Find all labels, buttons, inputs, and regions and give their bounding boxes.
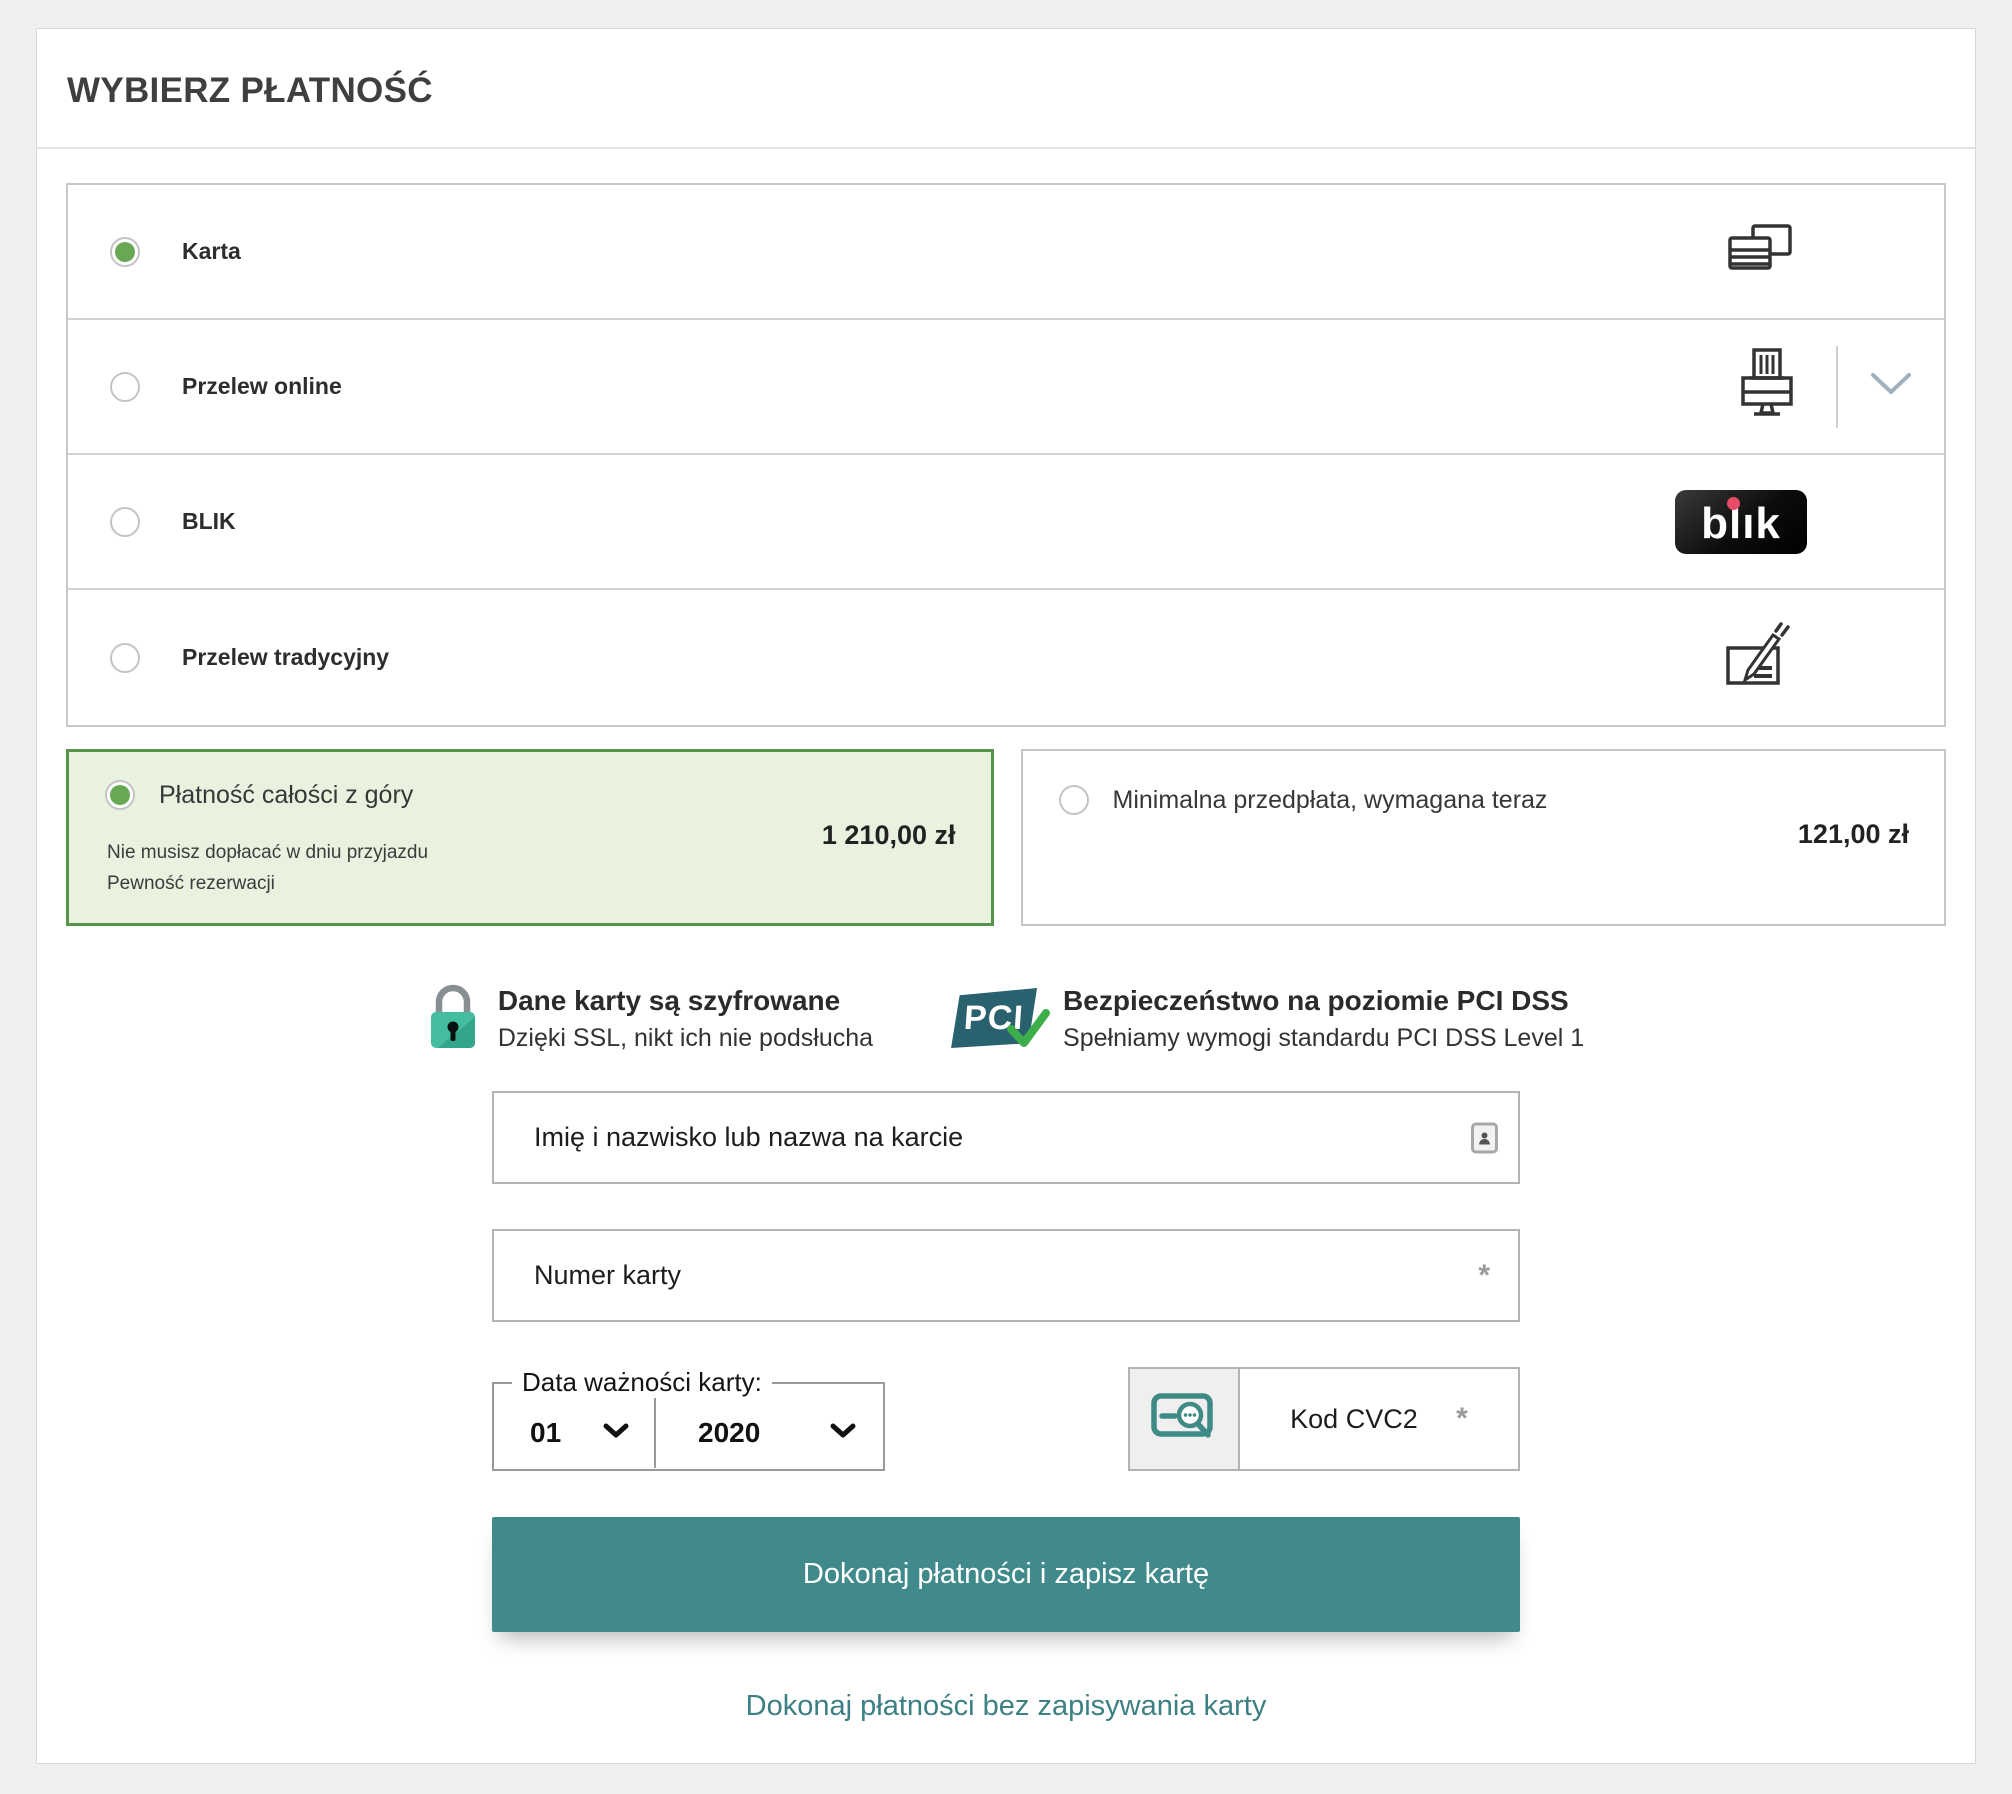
chevron-down-icon <box>829 1422 857 1445</box>
blik-logo-dot <box>1727 497 1740 510</box>
method-row-przelew-online[interactable]: Przelew online <box>68 320 1944 455</box>
panel-body: Karta Przelew online <box>37 149 1975 1723</box>
radio-dot <box>115 648 135 668</box>
divider <box>1836 346 1838 428</box>
method-row-karta[interactable]: Karta <box>68 185 1944 320</box>
radio-blik[interactable] <box>110 507 140 537</box>
expiry-month-select[interactable]: 01 <box>494 1398 654 1468</box>
plan-minimal-prepayment[interactable]: Minimalna przedpłata, wymagana teraz 121… <box>1021 749 1947 926</box>
payment-method-list: Karta Przelew online <box>66 183 1946 727</box>
card-form: * Data ważności karty: 01 <box>492 1091 1520 1723</box>
cvc-card-icon <box>1151 1392 1217 1447</box>
plan-notes: Nie musisz dopłacać w dniu przyjazdu Pew… <box>107 837 428 899</box>
pci-subtitle: Spełniamy wymogi standardu PCI DSS Level… <box>1063 1024 1584 1053</box>
method-icon-zone <box>1726 222 1944 281</box>
method-row-blik[interactable]: BLIK blık <box>68 455 1944 590</box>
radio-dot <box>110 785 130 805</box>
method-label: Karta <box>182 238 241 265</box>
radio-przelew-tradycyjny[interactable] <box>110 643 140 673</box>
page-title: WYBIERZ PŁATNOŚĆ <box>67 71 1945 111</box>
ssl-subtitle: Dzięki SSL, nikt ich nie podsłucha <box>498 1024 873 1053</box>
pci-badge-item: PCI Bezpieczeństwo na poziomie PCI DSS S… <box>951 984 1584 1055</box>
credit-cards-icon <box>1726 222 1794 281</box>
method-icon-zone: blık <box>1675 490 1944 554</box>
cardholder-name-field-wrap <box>492 1091 1520 1184</box>
plan-head: Minimalna przedpłata, wymagana teraz <box>1059 785 1548 815</box>
plan-note: Pewność rezerwacji <box>107 868 428 899</box>
checkmark-icon <box>1005 1007 1051 1056</box>
plan-title: Minimalna przedpłata, wymagana teraz <box>1113 786 1548 815</box>
pay-without-saving-link[interactable]: Dokonaj płatności bez zapisywania karty <box>492 1690 1520 1723</box>
expiry-cvc-row: Data ważności karty: 01 2020 <box>492 1367 1520 1471</box>
plan-head: Płatność całości z góry <box>105 780 413 810</box>
pay-and-save-card-button[interactable]: Dokonaj płatności i zapisz kartę <box>492 1517 1520 1632</box>
cvc-card-icon-cell <box>1130 1369 1240 1469</box>
cvc-field-group: * <box>1128 1367 1520 1471</box>
radio-przelew-online[interactable] <box>110 372 140 402</box>
required-marker: * <box>1456 1402 1468 1436</box>
method-label: Przelew online <box>182 373 342 400</box>
cardholder-name-input[interactable] <box>492 1091 1520 1184</box>
cvc-input[interactable] <box>1290 1404 1450 1435</box>
chevron-down-icon[interactable] <box>1868 370 1914 403</box>
ssl-badge: Dane karty są szyfrowane Dzięki SSL, nik… <box>428 984 873 1055</box>
radio-karta[interactable] <box>110 237 140 267</box>
method-icon-zone <box>1724 620 1944 695</box>
method-row-przelew-tradycyjny[interactable]: Przelew tradycyjny <box>68 590 1944 725</box>
expiry-year-value: 2020 <box>698 1417 760 1449</box>
radio-minimal-prepayment[interactable] <box>1059 785 1089 815</box>
payment-plan-options: Płatność całości z góry 1 210,00 zł Nie … <box>66 749 1946 926</box>
plan-title: Płatność całości z góry <box>159 781 413 810</box>
ssl-title: Dane karty są szyfrowane <box>498 984 873 1018</box>
required-marker: * <box>1478 1259 1490 1293</box>
pci-dss-logo: PCI <box>951 988 1043 1054</box>
expiry-month-value: 01 <box>530 1417 561 1449</box>
expiry-legend: Data ważności karty: <box>512 1367 772 1398</box>
radio-full-payment[interactable] <box>105 780 135 810</box>
lock-icon <box>428 984 478 1055</box>
security-badges: Dane karty są szyfrowane Dzięki SSL, nik… <box>66 984 1946 1055</box>
chevron-down-icon <box>602 1422 630 1445</box>
ssl-text: Dane karty są szyfrowane Dzięki SSL, nik… <box>498 984 873 1053</box>
expiry-year-select[interactable]: 2020 <box>654 1398 883 1468</box>
card-number-field-wrap: * <box>492 1229 1520 1322</box>
pci-text: Bezpieczeństwo na poziomie PCI DSS Spełn… <box>1063 984 1584 1053</box>
cvc-input-cell: * <box>1240 1369 1518 1469</box>
radio-dot <box>115 242 135 262</box>
card-number-input[interactable] <box>492 1229 1520 1322</box>
plan-price: 1 210,00 zł <box>822 820 956 851</box>
radio-dot <box>115 512 135 532</box>
pci-title: Bezpieczeństwo na poziomie PCI DSS <box>1063 984 1584 1018</box>
plan-price: 121,00 zł <box>1798 819 1909 850</box>
plan-full-payment[interactable]: Płatność całości z góry 1 210,00 zł Nie … <box>66 749 994 926</box>
plan-note: Nie musisz dopłacać w dniu przyjazdu <box>107 837 428 868</box>
method-label: Przelew tradycyjny <box>182 644 389 671</box>
panel-header: WYBIERZ PŁATNOŚĆ <box>37 29 1975 149</box>
signed-document-icon <box>1724 620 1794 695</box>
radio-dot <box>115 377 135 397</box>
payment-panel: WYBIERZ PŁATNOŚĆ Karta <box>36 28 1976 1764</box>
blik-logo: blık <box>1675 490 1807 554</box>
autofill-icon[interactable] <box>1471 1122 1498 1153</box>
expiry-fieldset: Data ważności karty: 01 2020 <box>492 1367 885 1471</box>
method-icon-zone <box>1730 346 1944 428</box>
radio-dot <box>1064 790 1084 810</box>
expiry-body: 01 2020 <box>494 1398 883 1468</box>
online-banking-icon <box>1730 347 1802 426</box>
method-label: BLIK <box>182 508 236 535</box>
blik-logo-text: blık <box>1701 498 1781 546</box>
